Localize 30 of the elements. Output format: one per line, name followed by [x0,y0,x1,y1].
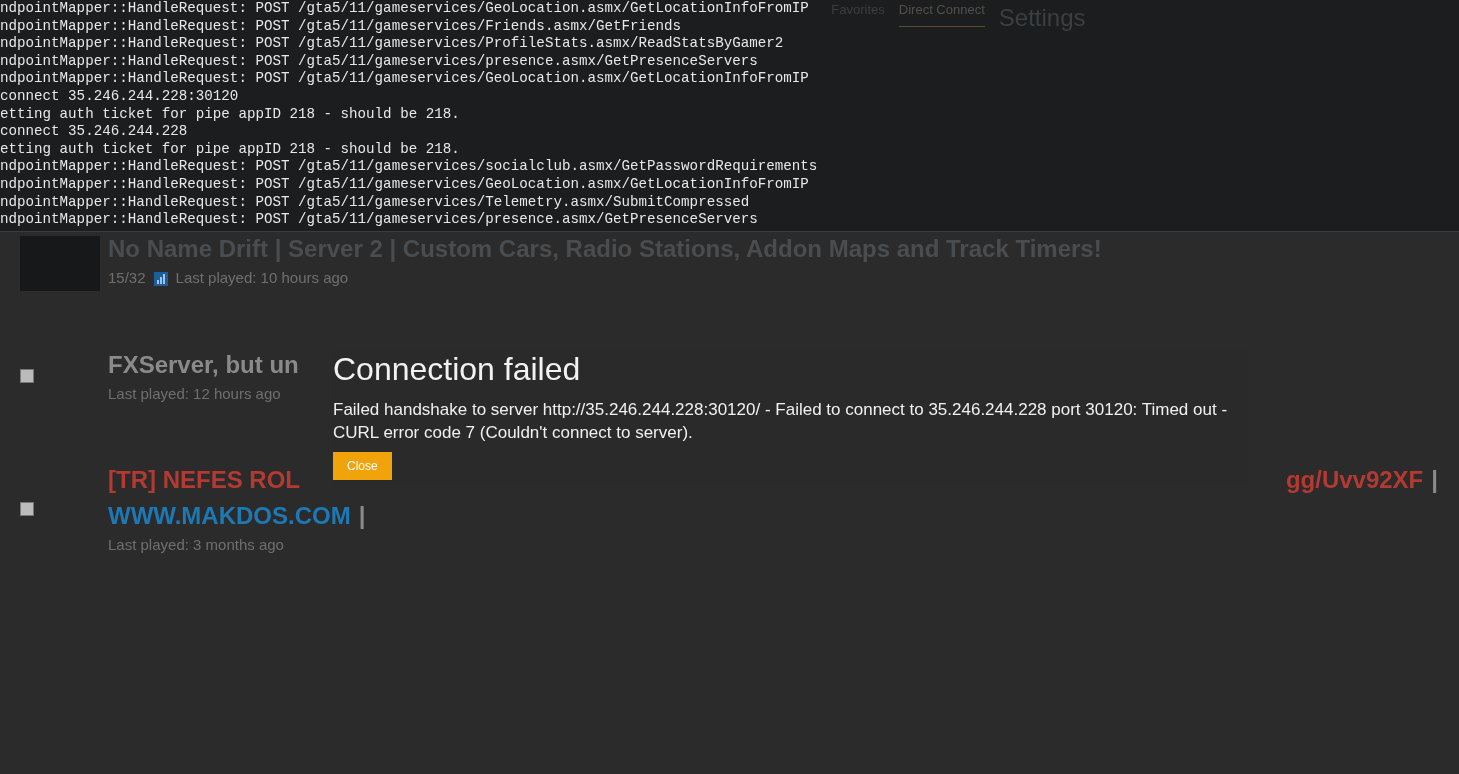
log-line: ndpointMapper::HandleRequest: POST /gta5/11/gameservices/presence.asmx/GetPresenceServers [0,52,759,71]
log-line: ndpointMapper::HandleRequest: POST /gta5/11/gameservices/presence.asmx/GetPresenceServers [0,211,759,229]
error-message: Failed handshake to server http://35.246.244.228:30120/ - Failed to connect to 35.246.244.228 port 30120: Timed out - CURL error code 7 (Couldn't connect to server). [333,399,1229,445]
server-name: FXServer, but un [108,350,299,380]
server-name: gg/Uvv92XF [1285,464,1424,495]
close-button[interactable]: Close [333,452,392,481]
log-line: connect 35.246.244.228:30120 [0,87,240,106]
log-line: ndpointMapper::HandleRequest: POST /gta5/11/gameservices/ProfileStats.asmx/ReadStatsByGamer2 [0,35,785,53]
log-line: ndpointMapper::HandleRequest: POST /gta5/11/gameservices/Friends.asmx/GetFriends [0,17,683,36]
player-count: 15/32 [108,268,146,289]
log-line: ndpointMapper::HandleRequest: POST /gta5/11/gameservices/socialclub.asmx/GetPasswordRequirements [0,158,818,176]
last-played-text: Last played: 10 hours ago [175,268,349,289]
log-line: etting auth ticket for pipe appID 218 - should be 218. [0,105,461,124]
log-line: connect 35.246.244.228 [0,123,189,141]
broken-image-icon [20,501,34,516]
server-name: [TR] NEFES ROL [108,464,300,495]
signal-icon [153,271,168,286]
separator: | [358,500,366,531]
log-line: ndpointMapper::HandleRequest: POST /gta5/11/gameservices/GeoLocation.asmx/GetLocationInfoFromIP [0,70,810,88]
server-name: WWW.MAKDOS.COM [108,500,351,531]
broken-image-icon [20,369,34,384]
nav-tab[interactable]: Direct Connect [898,0,985,27]
separator: | [1431,464,1438,495]
log-line: ndpointMapper::HandleRequest: POST /gta5/11/gameservices/GeoLocation.asmx/GetLocationInfoFromIP [0,175,810,194]
log-line: etting auth ticket for pipe appID 218 - should be 218. [0,140,461,159]
log-line: ndpointMapper::HandleRequest: POST /gta5/11/gameservices/Telemetry.asmx/SubmitCompressed [0,193,751,212]
last-played-text: Last played: 12 hours ago [108,384,281,404]
log-line: ndpointMapper::HandleRequest: POST /gta5/11/gameservices/GeoLocation.asmx/GetLocationInfoFromIP [0,0,810,18]
last-played-text: Last played: 3 months ago [108,534,284,555]
dialog-title: Connection failed [333,350,582,389]
